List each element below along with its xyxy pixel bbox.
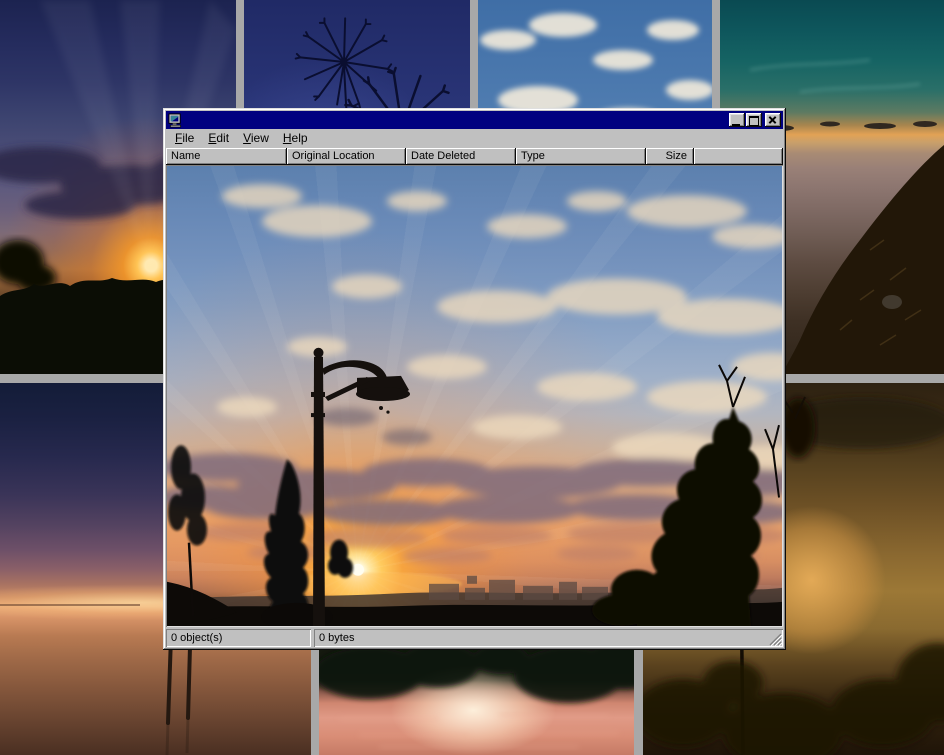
column-header-name[interactable]: Name (166, 148, 287, 165)
maximize-button[interactable] (746, 113, 762, 127)
file-list-area[interactable]: pno (166, 165, 783, 627)
recycle-bin-window: FileEditViewHelp NameOriginal LocationDa… (163, 108, 786, 650)
menu-help[interactable]: Help (276, 129, 315, 148)
desktop: FileEditViewHelp NameOriginal LocationDa… (0, 0, 944, 755)
close-icon (768, 115, 778, 125)
column-headers: NameOriginal LocationDate DeletedTypeSiz… (166, 148, 783, 165)
status-objects: 0 object(s) (166, 629, 311, 647)
maximize-icon (749, 116, 759, 126)
status-size: 0 bytes (314, 629, 783, 647)
silhouette-layer: pno (167, 166, 782, 626)
column-header-original-location[interactable]: Original Location (287, 148, 406, 165)
status-bar: 0 object(s) 0 bytes (166, 629, 783, 647)
close-button[interactable] (765, 113, 781, 127)
computer-icon (168, 113, 183, 128)
column-header-spacer[interactable] (694, 148, 783, 165)
resize-grip[interactable] (769, 633, 782, 646)
window-titlebar[interactable] (166, 111, 783, 129)
minimize-button[interactable] (729, 113, 745, 127)
column-header-size[interactable]: Size (646, 148, 694, 165)
menu-view[interactable]: View (236, 129, 276, 148)
column-header-type[interactable]: Type (516, 148, 646, 165)
status-size-text: 0 bytes (319, 632, 354, 644)
sunset-street-lamp-photo: pno (167, 166, 782, 626)
menu-file[interactable]: File (168, 129, 201, 148)
column-header-date-deleted[interactable]: Date Deleted (406, 148, 516, 165)
menu-bar: FileEditViewHelp (166, 129, 783, 148)
minimize-icon (732, 124, 740, 126)
menu-edit[interactable]: Edit (201, 129, 236, 148)
